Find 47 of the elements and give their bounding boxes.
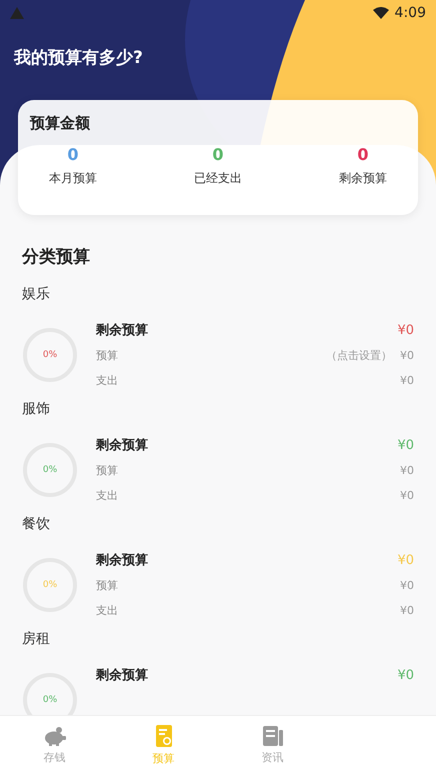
remaining-label: 剩余预算 — [96, 322, 148, 339]
percent-label: 0% — [42, 464, 58, 477]
row-label: 支出 — [96, 372, 118, 388]
stat-value: 0 — [357, 145, 369, 164]
percent-label: 0% — [42, 579, 58, 592]
stat-value: 0 — [67, 145, 79, 164]
category-name: 娱乐 — [22, 285, 50, 304]
row-label: 预算 — [96, 578, 118, 592]
status-time: 4:09 — [394, 5, 426, 21]
nav-tab[interactable]: 存钱 — [0, 716, 109, 775]
remaining-amount: ¥0 — [397, 438, 414, 452]
category-name: 房租 — [22, 630, 50, 649]
category-name: 服饰 — [22, 400, 50, 419]
wifi-icon — [372, 7, 389, 19]
remaining-label: 剩余预算 — [96, 437, 148, 454]
row-label: 支出 — [96, 602, 118, 618]
nav-tab[interactable]: 资讯 — [218, 716, 327, 775]
row-amount: ¥0 — [400, 604, 414, 616]
newspaper-icon — [262, 726, 282, 746]
stat-label: 剩余预算 — [339, 170, 387, 187]
bill-icon — [156, 725, 172, 747]
stat-label: 本月预算 — [49, 170, 97, 187]
stat-value: 0 — [212, 145, 224, 164]
remaining-amount: ¥0 — [397, 552, 414, 568]
row-amount: ¥0 — [400, 578, 414, 592]
percent-label: 0% — [42, 694, 58, 707]
section-title: 分类预算 — [22, 246, 90, 269]
remaining-amount: ¥0 — [397, 668, 414, 682]
remaining-label: 剩余预算 — [96, 552, 148, 569]
page-title: 我的预算有多少? — [14, 47, 143, 70]
row-amount: ¥0 — [400, 464, 414, 476]
row-amount: ¥0 — [400, 374, 414, 386]
row-label: 预算 — [96, 462, 118, 478]
piggy-bank-icon — [44, 726, 66, 746]
percent-label: 0% — [42, 349, 58, 362]
card-title: 预算金额 — [30, 114, 91, 133]
row-label: 预算 — [96, 348, 118, 362]
row-label: 支出 — [96, 488, 118, 502]
nav-tab[interactable]: 预算 — [109, 716, 218, 775]
warning-icon — [10, 7, 24, 19]
remaining-amount: ¥0 — [397, 322, 414, 338]
set-budget-link[interactable]: （点击设置） — [326, 348, 392, 362]
row-amount: ¥0 — [400, 348, 414, 362]
remaining-label: 剩余预算 — [96, 667, 148, 684]
row-amount: ¥0 — [400, 488, 414, 502]
stat-label: 已经支出 — [194, 170, 242, 187]
category-name: 餐饮 — [22, 515, 50, 534]
